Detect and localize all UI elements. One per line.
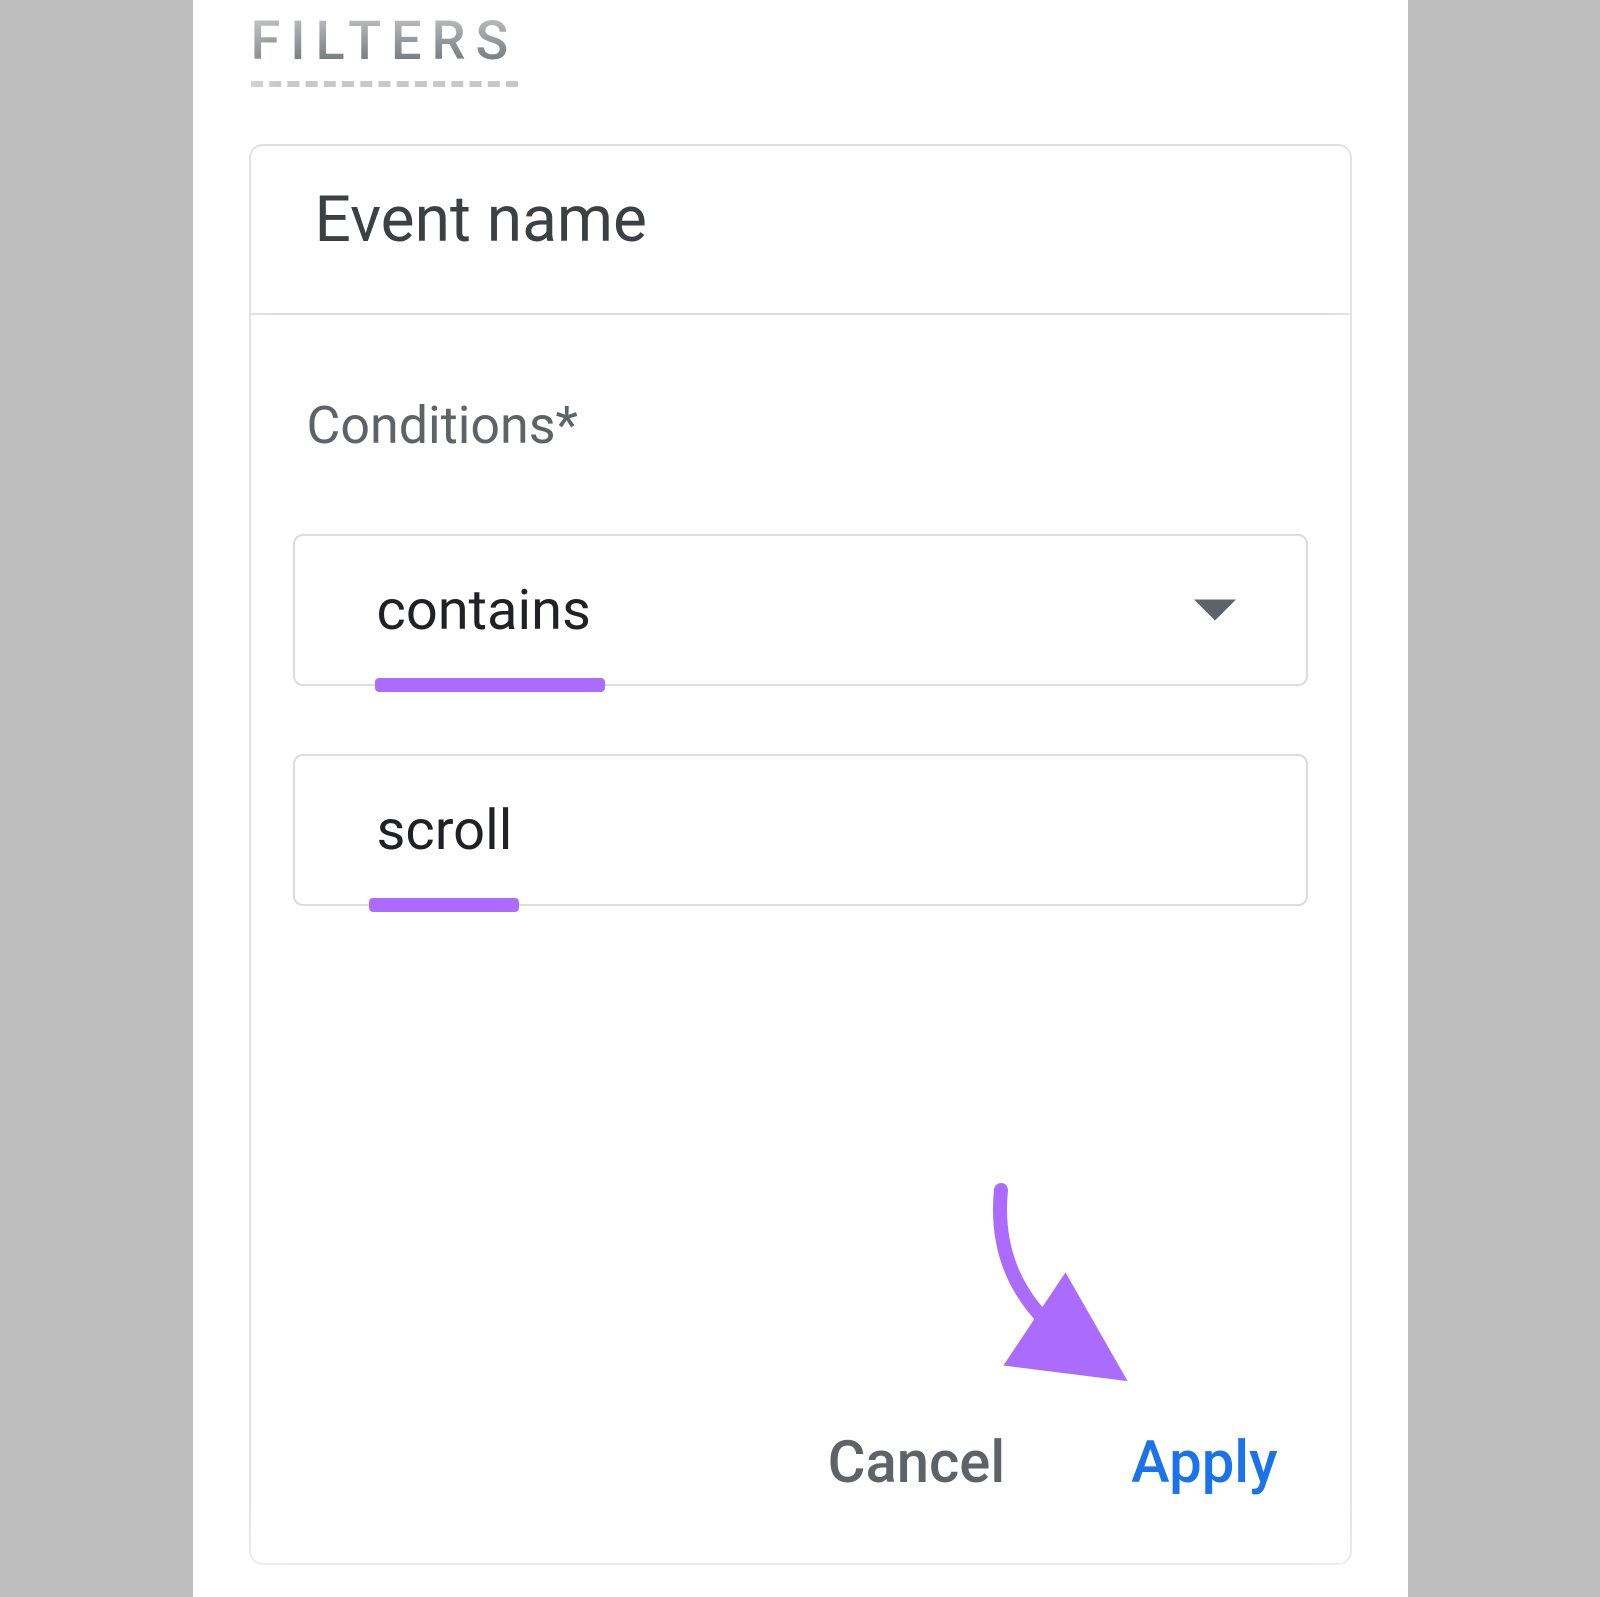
dropdown-selected-text: contains	[377, 577, 591, 643]
highlight-underline	[375, 678, 605, 692]
cancel-button[interactable]: Cancel	[828, 1429, 1006, 1497]
caret-down-icon	[1194, 599, 1236, 621]
filter-card: Event name Conditions* contains scroll C…	[249, 144, 1352, 1565]
filter-dimension-title: Event name	[315, 182, 1286, 257]
action-buttons: Cancel Apply	[828, 1429, 1278, 1497]
filters-section-label: FILTERS	[251, 10, 519, 87]
conditions-label: Conditions*	[307, 395, 1308, 456]
condition-operator-dropdown[interactable]: contains	[293, 534, 1308, 686]
condition-value-text: scroll	[377, 797, 513, 863]
condition-value-input[interactable]: scroll	[293, 754, 1308, 906]
filter-card-header[interactable]: Event name	[251, 146, 1350, 315]
filter-card-body: Conditions* contains scroll	[251, 315, 1350, 912]
highlight-underline	[369, 898, 519, 912]
apply-button[interactable]: Apply	[1131, 1429, 1277, 1497]
